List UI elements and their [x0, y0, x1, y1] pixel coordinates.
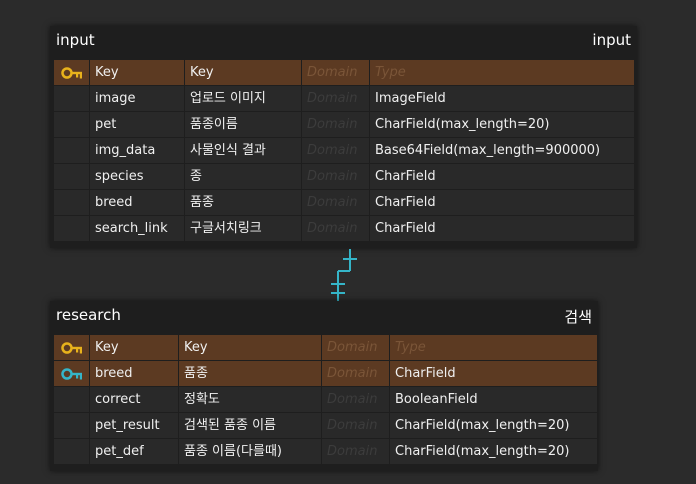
header-logical: Key [90, 335, 178, 360]
header-physical: Key [179, 335, 321, 360]
attribute-row[interactable]: correct 정확도 Domain BooleanField [54, 387, 598, 413]
attribute-logical: correct [90, 387, 178, 412]
key-column-header [54, 335, 89, 360]
entity-physical-name: 검색 [564, 308, 592, 326]
entity-research[interactable]: research 검색 Key Key Domain Type breed 품종… [50, 301, 598, 471]
attribute-logical: breed [90, 361, 178, 386]
attribute-physical: 품종 이름(다를때) [179, 439, 321, 464]
header-domain: Domain [322, 335, 389, 360]
key-cell [54, 387, 89, 412]
key-cell [54, 439, 89, 464]
attribute-physical: 정확도 [179, 387, 321, 412]
attribute-logical: pet_def [90, 439, 178, 464]
attribute-row-foreign-key[interactable]: breed 품종 Domain CharField [54, 361, 598, 387]
attribute-row[interactable]: pet_def 품종 이름(다를때) Domain CharField(max_… [54, 439, 598, 465]
attribute-row[interactable]: pet_result 검색된 품종 이름 Domain CharField(ma… [54, 413, 598, 439]
key-cell [54, 413, 89, 438]
attribute-domain: Domain [322, 387, 389, 412]
attribute-domain: Domain [322, 413, 389, 438]
header-type: Type [390, 335, 597, 360]
attribute-type: BooleanField [390, 387, 597, 412]
teal-key-icon [60, 367, 82, 380]
attribute-logical: pet_result [90, 413, 178, 438]
attribute-domain: Domain [322, 361, 389, 386]
column-header-row: Key Key Domain Type [54, 335, 598, 361]
attribute-physical: 품종 [179, 361, 321, 386]
entity-header: research 검색 [50, 301, 598, 335]
attribute-type: CharField(max_length=20) [390, 439, 597, 464]
attribute-type: CharField(max_length=20) [390, 413, 597, 438]
attribute-domain: Domain [322, 439, 389, 464]
entity-logical-name: research [56, 306, 121, 324]
gold-key-icon [60, 341, 82, 354]
attribute-physical: 검색된 품종 이름 [179, 413, 321, 438]
attribute-type: CharField [390, 361, 597, 386]
key-cell [54, 361, 89, 386]
